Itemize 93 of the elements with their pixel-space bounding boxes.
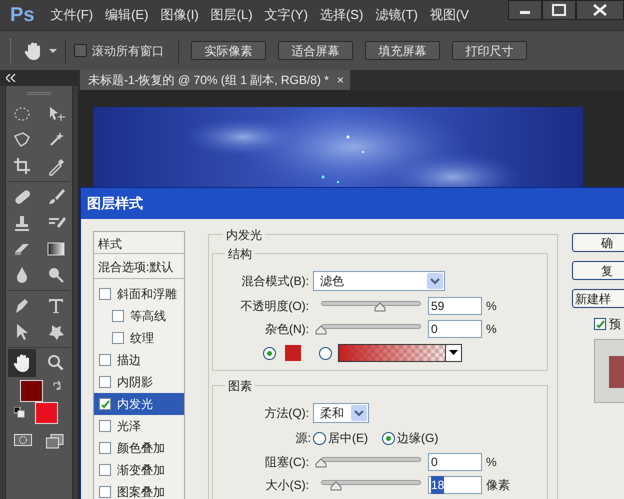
chevron-icon[interactable]	[427, 273, 443, 289]
menu-item[interactable]: 图层(L)	[210, 5, 253, 25]
toolbar-button[interactable]: 填充屏幕	[365, 41, 440, 60]
input-field[interactable]: 0	[428, 320, 482, 338]
list-item[interactable]: 内发光	[94, 393, 184, 415]
radio-button[interactable]	[313, 432, 326, 444]
field-label: 杂色(N):	[264, 320, 309, 338]
dialog-button[interactable]: 确	[572, 233, 624, 252]
radio-button[interactable]	[263, 346, 276, 360]
zoom-icon[interactable]	[46, 352, 66, 372]
checkbox[interactable]	[74, 44, 87, 57]
toolbar-button[interactable]: 打印尺寸	[452, 41, 527, 60]
group-title: 图素	[225, 377, 255, 395]
screen-mode-icon[interactable]	[46, 434, 64, 449]
checkbox-label: 预	[609, 316, 621, 333]
dropdown[interactable]: 柔和	[313, 403, 369, 423]
radio-label: 居中(E)	[328, 430, 368, 447]
toolbar-button[interactable]: 实际像素	[191, 41, 266, 60]
collapse-icon[interactable]	[6, 74, 16, 82]
checkbox[interactable]	[99, 398, 111, 410]
slider-thumb[interactable]	[315, 324, 327, 334]
crop-icon[interactable]	[12, 156, 32, 176]
dialog-title: 图层样式	[87, 194, 143, 213]
lasso-icon[interactable]	[12, 130, 32, 150]
menu-item[interactable]: 视图(V	[430, 5, 469, 25]
checkbox[interactable]	[99, 288, 111, 300]
checkbox[interactable]	[99, 486, 111, 498]
default-colors-icon[interactable]	[14, 407, 25, 418]
field-label: 不透明度(O):	[239, 298, 309, 314]
color-swatch[interactable]	[285, 345, 301, 361]
dialog-button[interactable]: 新建样	[572, 289, 624, 308]
menu-item[interactable]: 图像(I)	[160, 5, 199, 25]
radio-label: 边缘(G)	[397, 430, 438, 447]
list-item[interactable]: 等高线	[94, 305, 184, 327]
list-item[interactable]: 内阴影	[94, 371, 184, 393]
field-label: 大小(S):	[264, 476, 309, 494]
list-item[interactable]: 斜面和浮雕	[94, 283, 184, 305]
checkbox[interactable]	[99, 376, 111, 388]
menu-item[interactable]: 选择(S)	[320, 5, 364, 25]
unit-label: 像素	[486, 476, 510, 494]
menu-item[interactable]: 编辑(E)	[105, 5, 148, 25]
chevron-icon[interactable]	[351, 405, 367, 421]
input-field[interactable]: 59	[428, 296, 482, 314]
checkbox[interactable]	[99, 354, 111, 366]
field-label: 方法(Q):	[263, 405, 309, 422]
checkbox[interactable]	[112, 310, 124, 322]
unit-label: %	[486, 298, 497, 314]
input-field[interactable]: 0	[428, 452, 482, 470]
checkbox[interactable]	[99, 442, 111, 454]
brush-icon[interactable]	[46, 186, 66, 206]
field-label: 阻塞(C):	[264, 454, 309, 470]
dialog-button[interactable]: 复	[572, 261, 624, 280]
checkbox[interactable]	[99, 420, 111, 432]
checkbox[interactable]	[112, 332, 124, 344]
checkbox[interactable]	[99, 464, 111, 476]
list-item[interactable]: 颜色叠加	[94, 437, 184, 459]
list-item[interactable]: 纹理	[94, 327, 184, 349]
list-header: 样式	[94, 232, 184, 254]
slider-thumb[interactable]	[315, 458, 327, 468]
background-swatch[interactable]	[35, 402, 58, 424]
checkbox-label: 滚动所有窗口	[92, 42, 164, 60]
tab-title: 未标题-1-恢复的 @ 70% (组 1 副本, RGB/8) *	[88, 72, 329, 89]
radio-button[interactable]	[319, 346, 332, 360]
list-item[interactable]: 描边	[94, 349, 184, 371]
unit-label: %	[486, 454, 497, 470]
radio-button[interactable]	[382, 432, 395, 444]
quick-mask-icon[interactable]	[14, 434, 32, 446]
group-title: 结构	[225, 245, 255, 263]
list-item[interactable]: 混合选项:默认	[94, 254, 184, 279]
field-label: 源:	[294, 430, 311, 447]
menu-item[interactable]: 滤镜(T)	[375, 5, 418, 25]
tab-close-button[interactable]: ×	[336, 71, 344, 89]
list-item[interactable]: 光泽	[94, 415, 184, 437]
slider-thumb[interactable]	[374, 302, 386, 312]
input-field[interactable]: 18	[428, 476, 482, 494]
document-tab[interactable]: 未标题-1-恢复的 @ 70% (组 1 副本, RGB/8) * ×	[80, 70, 350, 90]
swap-icon[interactable]	[52, 380, 62, 390]
checkbox[interactable]	[594, 318, 606, 330]
toolbar-button[interactable]: 适合屏幕	[278, 41, 353, 60]
slider-thumb[interactable]	[330, 480, 342, 490]
gradient-picker[interactable]	[338, 344, 462, 362]
preview-thumbnail	[594, 339, 624, 403]
caret-icon[interactable]	[449, 350, 458, 356]
menu-item[interactable]: 文件(F)	[50, 5, 94, 25]
section-title: 内发光	[223, 226, 265, 244]
menu-item[interactable]: 文字(Y)	[264, 5, 308, 25]
app-logo: Ps	[10, 3, 34, 28]
field-label: 混合模式(B):	[240, 273, 309, 290]
unit-label: %	[486, 320, 497, 338]
dropdown[interactable]: 滤色	[313, 271, 445, 291]
foreground-swatch[interactable]	[20, 380, 43, 402]
list-item[interactable]: 图案叠加	[94, 481, 184, 499]
list-item[interactable]: 渐变叠加	[94, 459, 184, 481]
